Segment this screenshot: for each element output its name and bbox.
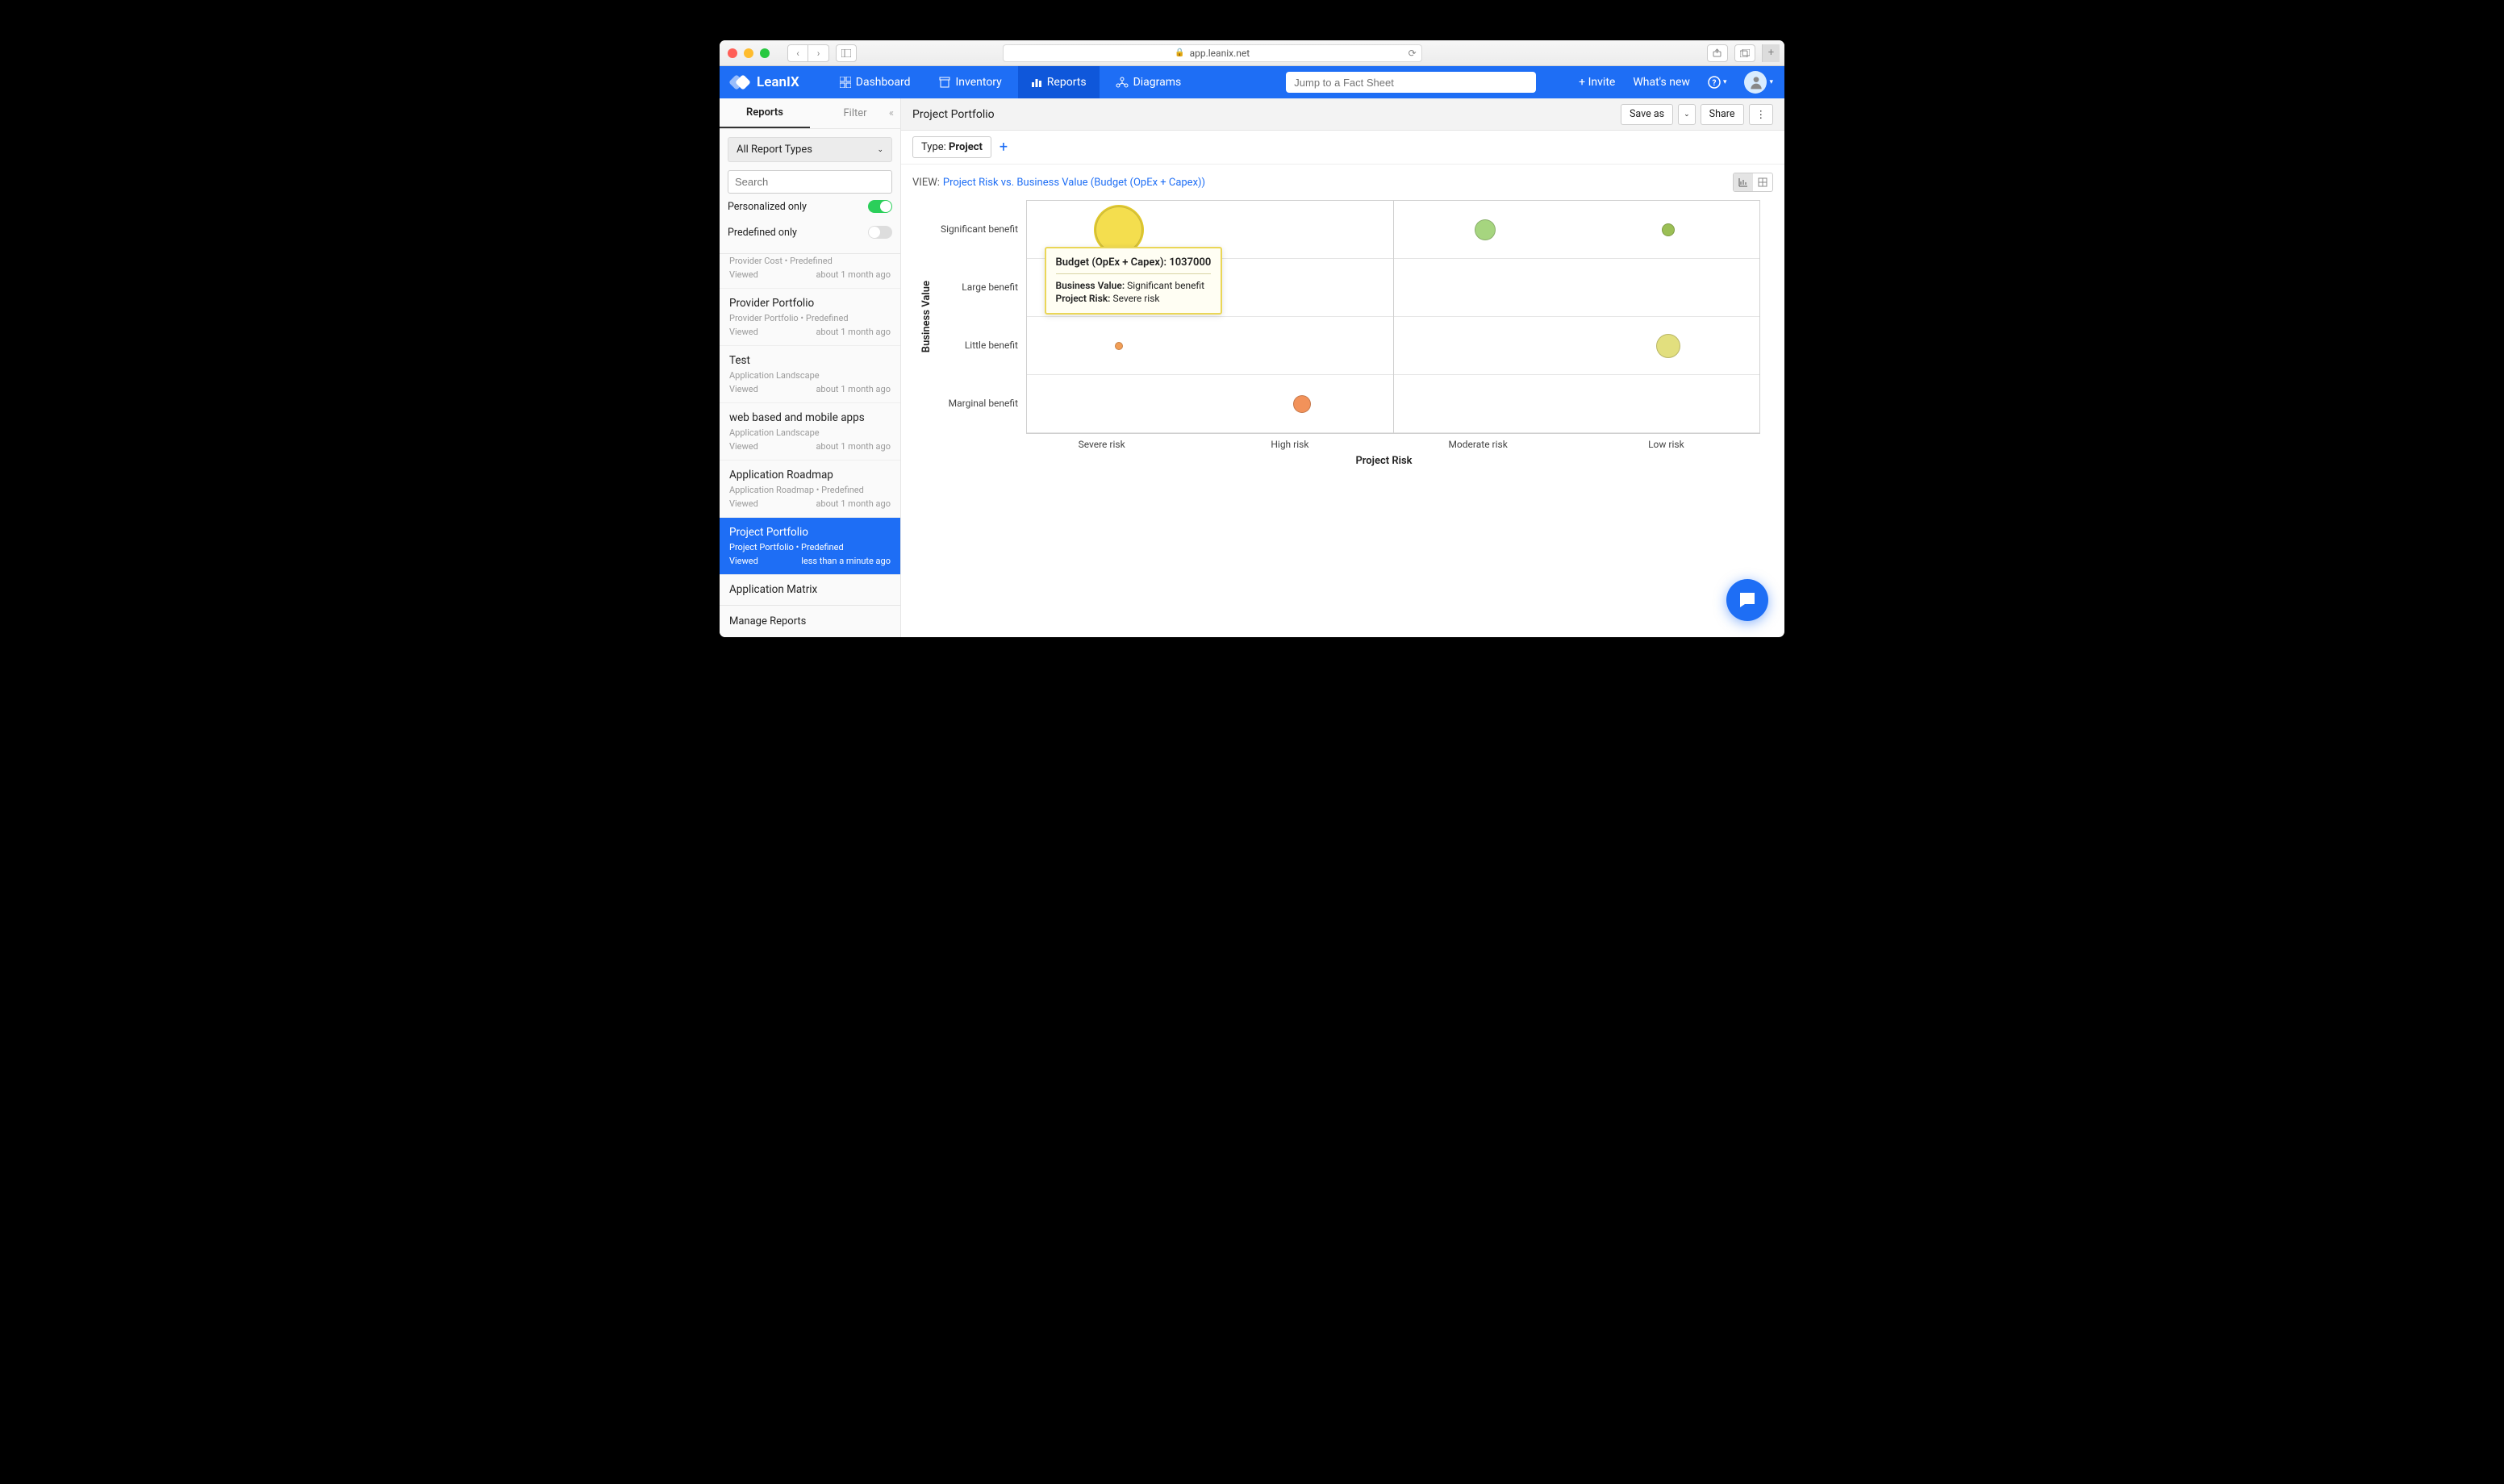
chart-grid	[1026, 200, 1760, 434]
collapse-sidebar-icon[interactable]: «	[889, 107, 894, 119]
chart-bubble[interactable]	[1115, 342, 1123, 350]
personalized-only-toggle[interactable]	[868, 200, 892, 213]
table-view-icon[interactable]	[1753, 173, 1772, 191]
filter-chip-type[interactable]: Type: Project	[912, 136, 991, 158]
chart-bubble[interactable]	[1293, 395, 1311, 413]
diagram-icon	[1116, 77, 1129, 88]
share-browser-icon[interactable]	[1707, 44, 1728, 62]
browser-window: ‹ › 🔒 app.leanix.net ⟳ + LeanIX Dashb	[720, 40, 1784, 637]
grid-icon	[840, 77, 851, 88]
archive-icon	[939, 77, 950, 88]
y-tick: Little benefit	[936, 316, 1026, 374]
help-icon[interactable]: ? ▾	[1708, 76, 1727, 89]
nav-dashboard[interactable]: Dashboard	[827, 66, 924, 98]
y-tick: Large benefit	[936, 258, 1026, 316]
page-title: Project Portfolio	[912, 108, 995, 121]
y-tick: Significant benefit	[936, 200, 1026, 258]
main-content: Project Portfolio Save as ⌄ Share ⋮ Type…	[901, 98, 1784, 637]
user-menu[interactable]: ▾	[1744, 71, 1773, 94]
avatar	[1744, 71, 1767, 94]
barchart-icon	[1031, 77, 1042, 88]
predefined-only-toggle[interactable]	[868, 226, 892, 239]
svg-text:?: ?	[1712, 79, 1716, 88]
share-button[interactable]: Share	[1701, 104, 1744, 125]
more-menu-icon[interactable]: ⋮	[1749, 104, 1774, 125]
close-window[interactable]	[728, 48, 737, 58]
nav-reports[interactable]: Reports	[1018, 66, 1100, 98]
minimize-window[interactable]	[744, 48, 753, 58]
add-filter-icon[interactable]: +	[1000, 139, 1008, 156]
chart-bubble[interactable]	[1475, 219, 1496, 240]
intercom-launcher[interactable]	[1726, 579, 1768, 621]
chart-area: Business Value Significant benefitLarge …	[901, 200, 1784, 475]
sidebar: Reports Filter « All Report Types ⌄ Pers…	[720, 98, 901, 637]
url-text: app.leanix.net	[1190, 48, 1250, 59]
report-type-dropdown[interactable]: All Report Types ⌄	[728, 137, 892, 162]
y-axis-label: Business Value	[917, 281, 936, 352]
predefined-only-label: Predefined only	[728, 227, 797, 239]
tab-reports[interactable]: Reports	[720, 98, 810, 128]
invite-button[interactable]: + Invite	[1579, 76, 1615, 89]
nav-diagrams[interactable]: Diagrams	[1103, 66, 1195, 98]
list-item[interactable]: TestApplication LandscapeViewedabout 1 m…	[720, 346, 900, 403]
reload-icon[interactable]: ⟳	[1408, 48, 1417, 59]
view-mode-toggle	[1733, 173, 1773, 192]
new-tab-button[interactable]: +	[1762, 44, 1780, 62]
nav-inventory[interactable]: Inventory	[926, 66, 1014, 98]
manage-reports-link[interactable]: Manage Reports	[720, 605, 900, 637]
x-tick: Severe risk	[1008, 434, 1196, 450]
save-as-dropdown[interactable]: ⌄	[1678, 104, 1696, 125]
view-label: VIEW:	[912, 177, 940, 189]
chart-bubble[interactable]	[1656, 334, 1680, 358]
search-input[interactable]	[1286, 72, 1536, 93]
tab-filter[interactable]: Filter	[810, 99, 900, 127]
x-axis-label: Project Risk	[1008, 455, 1760, 467]
x-tick: High risk	[1196, 434, 1383, 450]
list-item[interactable]: Application RoadmapApplication Roadmap •…	[720, 461, 900, 518]
brand-logo-icon	[731, 77, 750, 88]
traffic-lights	[728, 48, 770, 58]
sidebar-toggle-icon[interactable]	[836, 44, 857, 62]
list-item[interactable]: web based and mobile appsApplication Lan…	[720, 403, 900, 461]
browser-chrome: ‹ › 🔒 app.leanix.net ⟳ +	[720, 40, 1784, 66]
sidebar-search-input[interactable]	[728, 170, 892, 194]
lock-icon: 🔒	[1175, 48, 1184, 57]
tabs-icon[interactable]	[1734, 44, 1755, 62]
whats-new-link[interactable]: What's new	[1633, 76, 1690, 89]
chevron-down-icon: ⌄	[877, 146, 883, 154]
chart-tooltip: Budget (OpEx + Capex): 1037000 Business …	[1045, 247, 1223, 315]
y-tick: Marginal benefit	[936, 374, 1026, 432]
list-item[interactable]: Application Matrix	[720, 575, 900, 605]
view-selector-link[interactable]: Project Risk vs. Business Value (Budget …	[943, 177, 1205, 189]
address-bar[interactable]: 🔒 app.leanix.net ⟳	[1003, 44, 1422, 62]
reports-list[interactable]: Provider Cost • PredefinedViewedabout 1 …	[720, 253, 900, 605]
list-item[interactable]: Project PortfolioProject Portfolio • Pre…	[720, 518, 900, 575]
brand-name: LeanIX	[757, 74, 799, 90]
list-item[interactable]: Provider PortfolioProvider Portfolio • P…	[720, 289, 900, 346]
app-top-nav: LeanIX Dashboard Inventory Reports Diagr…	[720, 66, 1784, 98]
global-search	[1286, 72, 1536, 93]
x-tick: Moderate risk	[1384, 434, 1572, 450]
forward-button[interactable]: ›	[808, 44, 829, 62]
save-as-button[interactable]: Save as	[1621, 104, 1673, 125]
back-button[interactable]: ‹	[787, 44, 808, 62]
list-item[interactable]: Provider Cost • PredefinedViewedabout 1 …	[720, 254, 900, 289]
brand[interactable]: LeanIX	[731, 74, 799, 90]
x-tick: Low risk	[1572, 434, 1760, 450]
chart-bubble[interactable]	[1662, 223, 1675, 236]
chart-view-icon[interactable]	[1734, 173, 1753, 191]
personalized-only-label: Personalized only	[728, 201, 807, 213]
maximize-window[interactable]	[760, 48, 770, 58]
